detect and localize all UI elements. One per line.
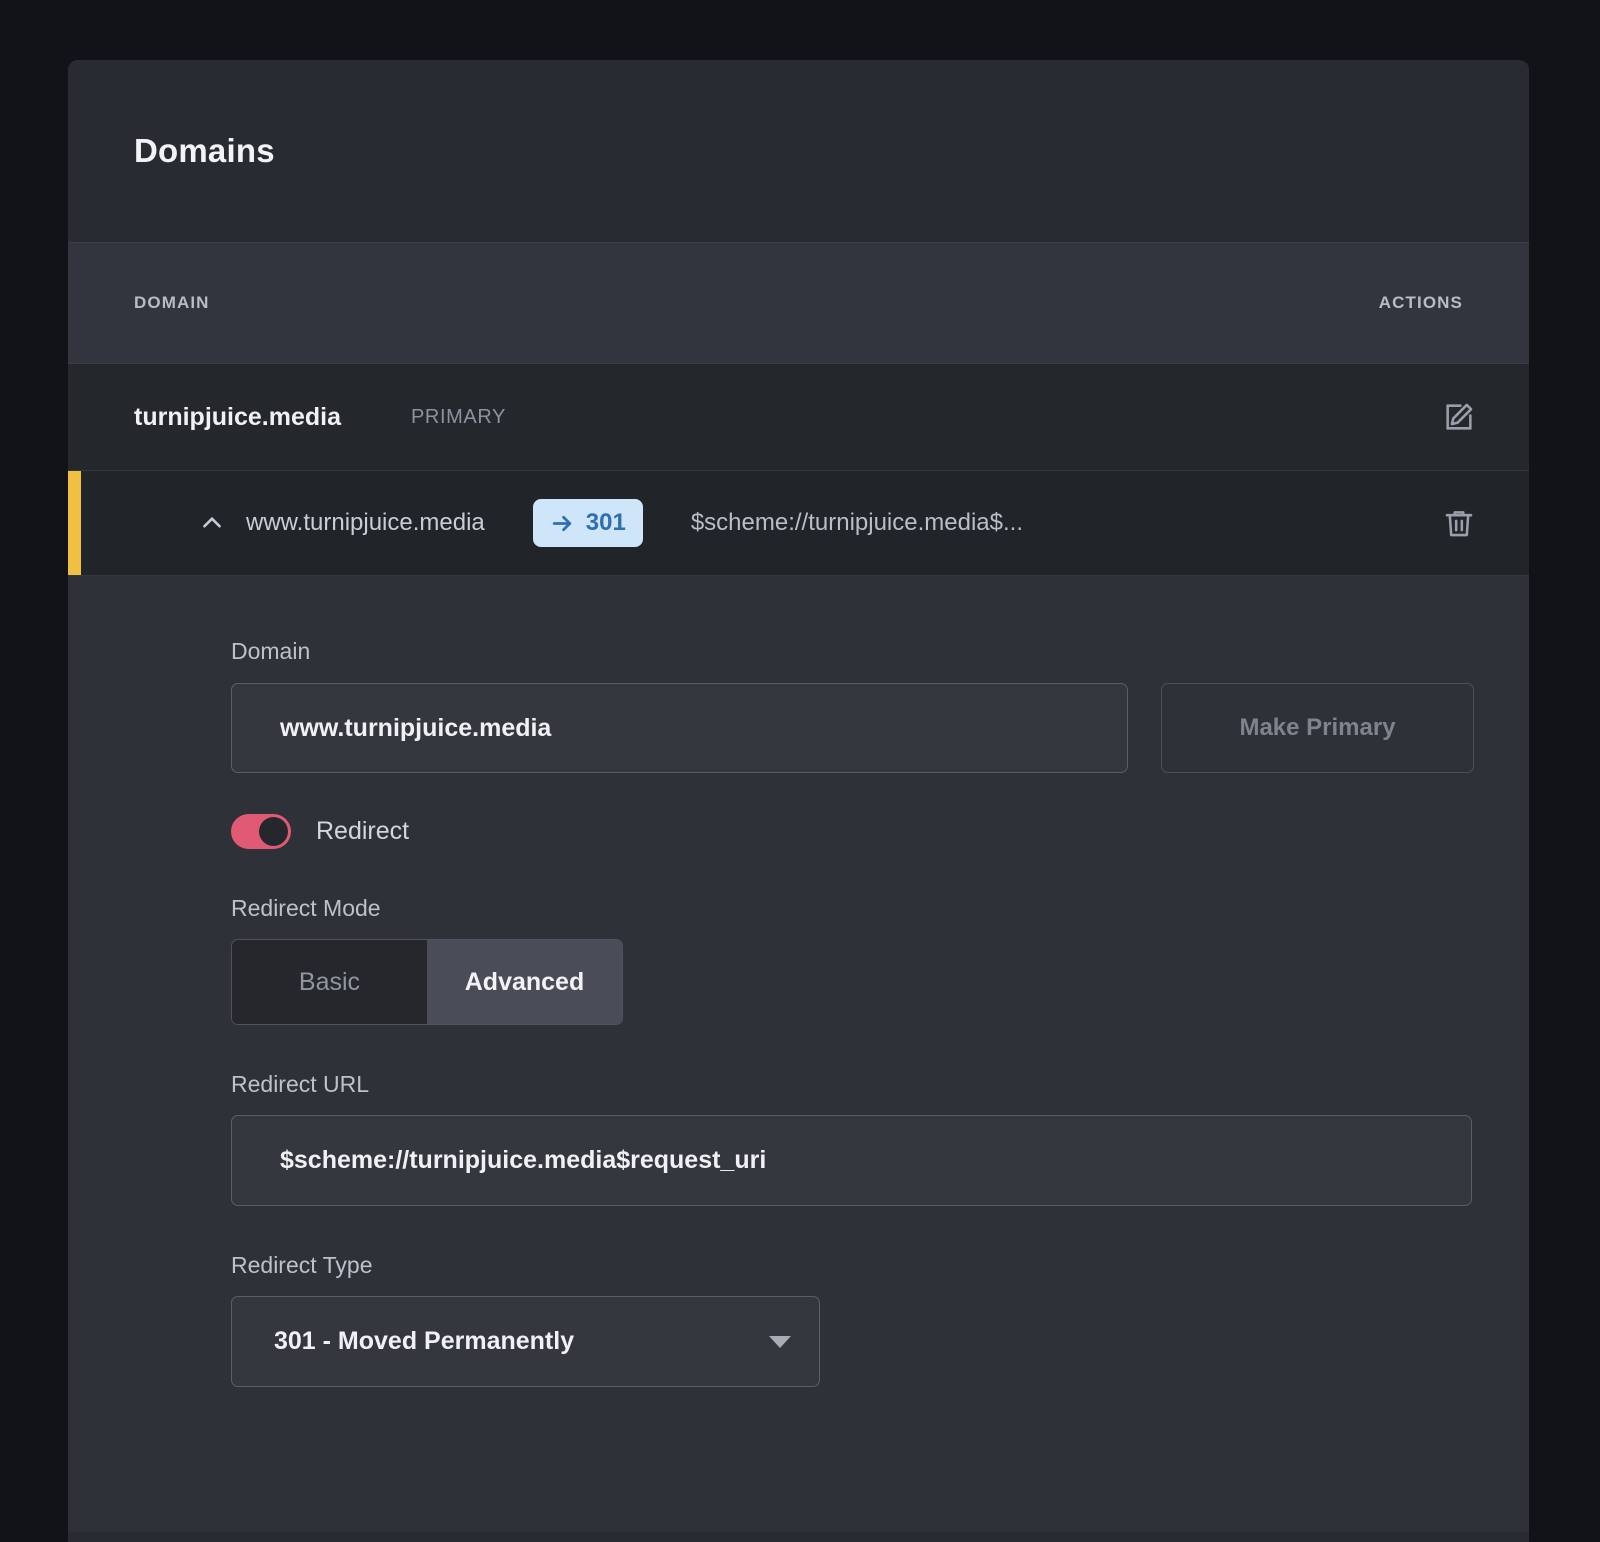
redirect-type-label: Redirect Type bbox=[231, 1252, 373, 1278]
card-header: Domains bbox=[68, 60, 1529, 242]
chevron-up-icon[interactable] bbox=[197, 510, 227, 536]
column-header-domain: DOMAIN bbox=[134, 293, 210, 312]
trash-icon[interactable] bbox=[1437, 501, 1481, 545]
domain-field-row: www.turnipjuice.media Make Primary bbox=[231, 683, 1529, 773]
redirect-toggle-label: Redirect bbox=[316, 817, 410, 845]
row-accent-bar bbox=[68, 471, 81, 575]
toggle-knob bbox=[259, 817, 288, 846]
redirect-url-label: Redirect URL bbox=[231, 1071, 370, 1097]
arrow-right-icon bbox=[550, 511, 575, 536]
make-primary-button[interactable]: Make Primary bbox=[1161, 683, 1474, 773]
app-background: Domains DOMAIN ACTIONS turnipjuice.media… bbox=[0, 0, 1600, 1542]
redirect-toggle[interactable] bbox=[231, 814, 291, 849]
status-badge: PRIMARY bbox=[410, 405, 506, 428]
redirect-target-url: $scheme://turnipjuice.media$... bbox=[690, 509, 1023, 536]
table-row[interactable]: turnipjuice.media PRIMARY bbox=[68, 364, 1529, 471]
edit-icon[interactable] bbox=[1437, 395, 1481, 439]
table-header-row: DOMAIN ACTIONS bbox=[68, 242, 1529, 364]
redirect-toggle-row: Redirect bbox=[231, 814, 1529, 849]
column-header-actions: ACTIONS bbox=[1378, 293, 1463, 312]
redirect-mode-segmented-control: Basic Advanced bbox=[231, 939, 623, 1025]
redirect-code-label: 301 bbox=[585, 509, 626, 536]
redirect-type-value: 301 - Moved Permanently bbox=[274, 1327, 575, 1355]
redirect-source-domain: www.turnipjuice.media bbox=[246, 509, 485, 536]
domains-card: Domains DOMAIN ACTIONS turnipjuice.media… bbox=[68, 60, 1529, 1542]
redirect-row[interactable]: www.turnipjuice.media 301 $scheme://turn… bbox=[68, 471, 1529, 576]
domain-name: turnipjuice.media bbox=[134, 402, 341, 431]
redirect-detail-panel: Domain www.turnipjuice.media Make Primar… bbox=[68, 576, 1529, 1532]
redirect-code-badge[interactable]: 301 bbox=[532, 499, 643, 547]
redirect-mode-basic-option[interactable]: Basic bbox=[232, 940, 427, 1024]
domain-field-label: Domain bbox=[231, 638, 311, 664]
page-title: Domains bbox=[134, 132, 275, 169]
redirect-mode-advanced-option[interactable]: Advanced bbox=[427, 940, 622, 1024]
redirect-url-input[interactable]: $scheme://turnipjuice.media$request_uri bbox=[231, 1115, 1472, 1206]
redirect-type-select[interactable]: 301 - Moved Permanently bbox=[231, 1296, 820, 1387]
redirect-mode-label: Redirect Mode bbox=[231, 895, 381, 921]
chevron-down-icon bbox=[769, 1335, 791, 1348]
domain-input[interactable]: www.turnipjuice.media bbox=[231, 683, 1128, 773]
